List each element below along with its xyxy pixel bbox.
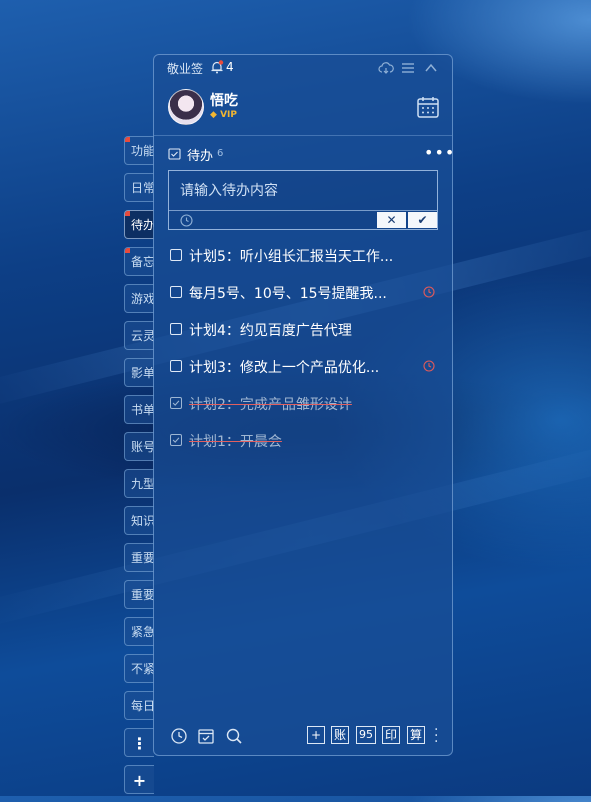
flag-marker <box>125 248 130 253</box>
tab-zhishi[interactable]: 知识 <box>124 506 154 535</box>
todo-count: 6 <box>217 148 224 159</box>
cloud-sync-icon[interactable] <box>378 60 394 76</box>
tab-jiuxing[interactable]: 九型 <box>124 469 154 498</box>
more-tabs-button[interactable]: ⋮ <box>124 728 154 757</box>
notification-count: 4 <box>226 60 234 74</box>
reminder-clock-icon <box>423 360 435 372</box>
task-item-completed[interactable]: 计划2：完成产品雏形设计 <box>170 394 440 414</box>
calendar-icon[interactable] <box>416 95 440 119</box>
todo-title: 待办 <box>187 149 214 164</box>
tab-label: 账号 <box>131 440 154 454</box>
footer-more-icon[interactable]: · · · <box>434 723 438 749</box>
bell-icon[interactable] <box>210 60 224 74</box>
todo-input[interactable] <box>169 171 437 209</box>
account-button[interactable]: 账 <box>331 726 349 744</box>
task-checkbox[interactable] <box>170 323 182 335</box>
tab-zhongyao-2[interactable]: 重要 <box>124 580 154 609</box>
tab-jinji[interactable]: 紧急 <box>124 617 154 646</box>
tab-label: 知识 <box>131 514 154 528</box>
print-button[interactable]: 印 <box>382 726 400 744</box>
search-icon[interactable] <box>225 727 243 745</box>
app-name-link[interactable]: 敬业签 <box>167 60 203 77</box>
task-text: 计划3：修改上一个产品优化... <box>189 360 380 376</box>
task-text: 计划5：听小组长汇报当天工作... <box>189 249 394 265</box>
tab-youxi[interactable]: 游戏 <box>124 284 154 313</box>
nine-five-button[interactable]: 95 <box>356 726 376 744</box>
tab-gongneng[interactable]: 功能 <box>124 136 154 165</box>
tab-label: 备忘 <box>131 255 154 269</box>
user-header: 悟吃 ◆ VIP <box>154 81 452 136</box>
task-checkbox[interactable] <box>170 249 182 261</box>
reminder-clock-icon[interactable] <box>180 214 193 227</box>
input-toolbar: ✕ ✔ <box>169 210 437 230</box>
clock-icon[interactable] <box>170 727 188 745</box>
tab-label: 每日 <box>131 699 154 713</box>
confirm-button[interactable]: ✔ <box>408 212 437 228</box>
vip-label: VIP <box>220 110 237 120</box>
category-tabs: 功能 日常 待办 备忘 游戏 云灵 影单 书单 账号 九型 知识 重要 重要 紧… <box>124 136 154 802</box>
tab-label: 紧急 <box>131 625 154 639</box>
task-checkbox[interactable] <box>170 360 182 372</box>
avatar[interactable] <box>168 89 204 125</box>
task-text: 计划4：约见百度广告代理 <box>189 323 352 339</box>
tab-shudan[interactable]: 书单 <box>124 395 154 424</box>
tab-meiri[interactable]: 每日 <box>124 691 154 720</box>
footer-toolbar: + 账 95 印 算 · · · <box>154 721 452 751</box>
task-checkbox-checked[interactable] <box>170 434 182 446</box>
tab-label: 重要 <box>131 551 154 565</box>
task-checkbox[interactable] <box>170 286 182 298</box>
task-checkbox-checked[interactable] <box>170 397 182 409</box>
task-item[interactable]: 计划4：约见百度广告代理 <box>170 320 440 340</box>
tab-label: 功能 <box>131 144 154 158</box>
reminder-clock-icon <box>423 286 435 298</box>
task-item-completed[interactable]: 计划1：开晨会 <box>170 431 440 451</box>
vip-badge: ◆ VIP <box>210 110 237 120</box>
task-text: 计划1：开晨会 <box>189 434 282 450</box>
tab-yunling[interactable]: 云灵 <box>124 321 154 350</box>
new-todo-editor: ✕ ✔ <box>168 170 438 230</box>
task-item[interactable]: 计划5：听小组长汇报当天工作... <box>170 246 440 266</box>
tab-label: 云灵 <box>131 329 154 343</box>
tab-label: 书单 <box>131 403 154 417</box>
user-name: 悟吃 <box>210 93 238 109</box>
title-bar: 敬业签 4 <box>154 55 452 81</box>
tab-label: 日常 <box>131 181 154 195</box>
add-button[interactable]: + <box>307 726 325 744</box>
tab-label: 待办 <box>131 218 154 232</box>
tab-label: 游戏 <box>131 292 154 306</box>
cancel-button[interactable]: ✕ <box>377 212 406 228</box>
tab-label: 重要 <box>131 588 154 602</box>
todo-panel: 敬业签 4 悟吃 ◆ VIP 待办 6 ••• 请输入待办内容 ✕ ✔ 计划5：… <box>153 54 455 756</box>
calculator-button[interactable]: 算 <box>407 726 425 744</box>
tab-richang[interactable]: 日常 <box>124 173 154 202</box>
tab-label: 影单 <box>131 366 154 380</box>
flag-marker <box>125 137 130 142</box>
tab-yingdan[interactable]: 影单 <box>124 358 154 387</box>
tab-zhanghao[interactable]: 账号 <box>124 432 154 461</box>
task-text: 计划2：完成产品雏形设计 <box>189 397 352 413</box>
tab-daiban[interactable]: 待办 <box>124 210 154 239</box>
task-item[interactable]: 每月5号、10号、15号提醒我... <box>170 283 440 303</box>
tab-label: 九型 <box>131 477 154 491</box>
tab-beiwang[interactable]: 备忘 <box>124 247 154 276</box>
task-item[interactable]: 计划3：修改上一个产品优化... <box>170 357 440 377</box>
tab-label: 不紧 <box>131 662 154 676</box>
tab-zhongyao-1[interactable]: 重要 <box>124 543 154 572</box>
archive-check-icon[interactable] <box>197 727 215 745</box>
menu-icon[interactable] <box>400 60 416 76</box>
task-text: 每月5号、10号、15号提醒我... <box>189 286 387 302</box>
checklist-icon <box>168 148 181 160</box>
flag-marker <box>125 211 130 216</box>
tab-bujin[interactable]: 不紧 <box>124 654 154 683</box>
more-options-button[interactable]: ••• <box>424 143 455 162</box>
collapse-chevron-up-icon[interactable] <box>423 60 439 76</box>
add-tab-button[interactable]: + <box>124 765 154 794</box>
